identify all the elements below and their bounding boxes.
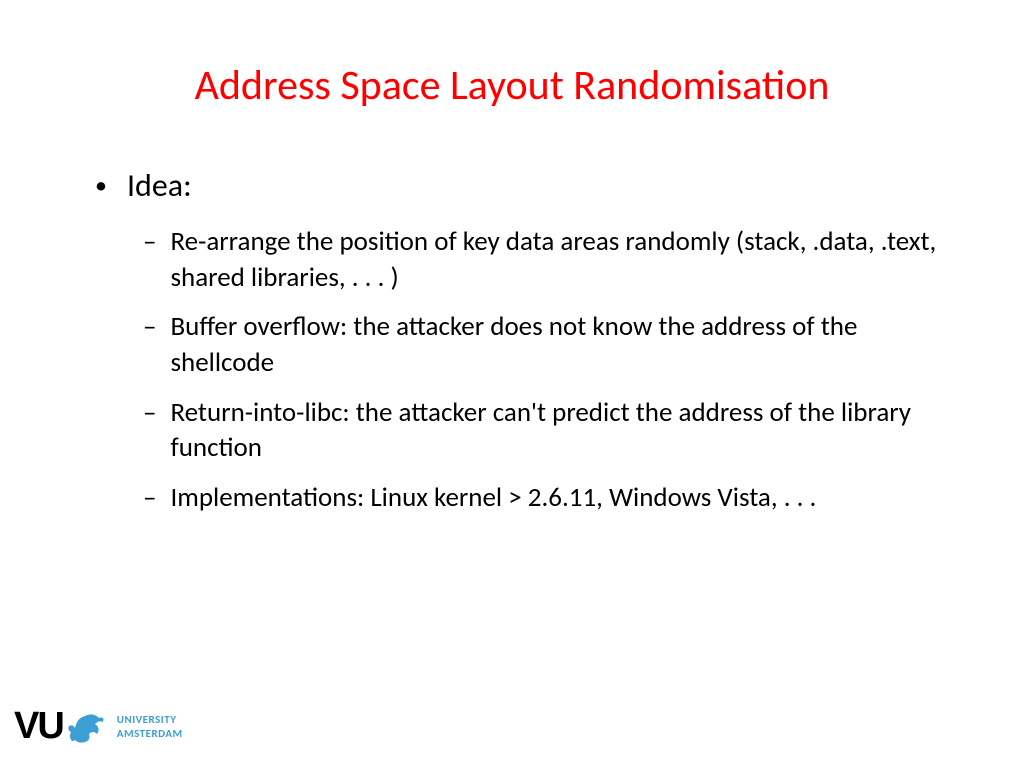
bullet-text: Idea: (127, 166, 192, 205)
logo-line-2: AMSTERDAM (117, 727, 183, 740)
bullet-marker: – (143, 309, 156, 345)
griffin-icon (65, 708, 107, 746)
bullet-level-2: – Implementations: Linux kernel > 2.6.11… (143, 480, 954, 516)
bullet-level-2: – Buffer overflow: the attacker does not… (143, 309, 954, 380)
slide: Address Space Layout Randomisation • Ide… (0, 0, 1024, 768)
bullet-marker: – (143, 224, 156, 260)
logo-vu-text: VU (14, 705, 63, 748)
bullet-text: Re-arrange the position of key data area… (170, 224, 954, 295)
bullet-marker: – (143, 395, 156, 431)
logo-text-block: UNIVERSITY AMSTERDAM (117, 713, 183, 739)
slide-title: Address Space Layout Randomisation (70, 60, 954, 111)
bullet-level-1: • Idea: (95, 166, 954, 206)
bullet-text: Return-into-libc: the attacker can't pre… (170, 395, 954, 466)
sub-bullet-list: – Re-arrange the position of key data ar… (143, 224, 954, 516)
bullet-marker: – (143, 480, 156, 516)
slide-body: • Idea: – Re-arrange the position of key… (95, 166, 954, 516)
bullet-text: Buffer overflow: the attacker does not k… (170, 309, 954, 380)
bullet-marker: • (95, 166, 107, 206)
bullet-level-2: – Return-into-libc: the attacker can't p… (143, 395, 954, 466)
bullet-text: Implementations: Linux kernel > 2.6.11, … (170, 480, 954, 516)
bullet-level-2: – Re-arrange the position of key data ar… (143, 224, 954, 295)
logo-line-1: UNIVERSITY (117, 713, 183, 726)
university-logo: VU UNIVERSITY AMSTERDAM (14, 705, 183, 748)
